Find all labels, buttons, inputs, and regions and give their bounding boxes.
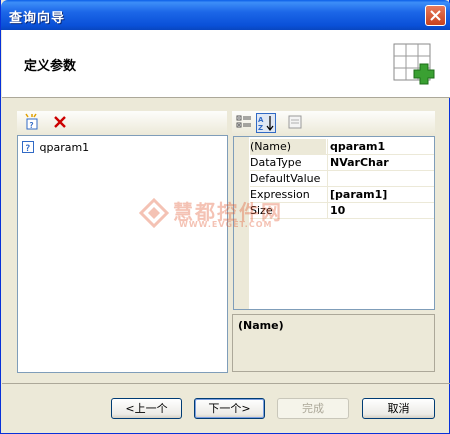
alphabetical-button[interactable]: A Z — [256, 113, 276, 133]
description-title: (Name) — [238, 319, 284, 332]
property-name: DataType — [250, 156, 302, 169]
add-param-icon: ? — [25, 113, 38, 130]
add-param-button[interactable]: ? — [23, 113, 43, 133]
svg-text:?: ? — [29, 121, 34, 130]
delete-param-button[interactable] — [51, 113, 71, 133]
property-row-defaultvalue[interactable]: DefaultValue — [234, 171, 434, 187]
cancel-button[interactable]: 取消 — [362, 398, 435, 419]
property-pages-button[interactable] — [286, 113, 306, 133]
footer-divider — [2, 383, 450, 384]
watermark-logo-icon — [139, 198, 169, 228]
list-item[interactable]: ? qparam1 — [22, 141, 89, 154]
params-toolbar: ? — [17, 111, 227, 135]
table-add-icon — [393, 43, 435, 85]
property-name: DefaultValue — [250, 172, 321, 185]
property-name: (Name) — [250, 139, 326, 154]
svg-text:?: ? — [25, 144, 30, 153]
page-title: 定义参数 — [24, 59, 77, 74]
param-list[interactable]: ? qparam1 — [17, 135, 228, 373]
categorized-button[interactable] — [235, 113, 255, 133]
list-item-label: qparam1 — [39, 141, 90, 154]
property-row-datatype[interactable]: DataType NVarChar — [234, 155, 434, 171]
property-value[interactable] — [328, 171, 436, 186]
finish-button[interactable]: 完成 — [277, 398, 349, 419]
property-row-name[interactable]: (Name) qparam1 — [234, 139, 434, 155]
wizard-window: 查询向导 定义参数 ? ? qparam1 A Z (Name) qparam1… — [0, 0, 450, 434]
title-bar[interactable]: 查询向导 — [1, 0, 450, 30]
window-title: 查询向导 — [9, 11, 66, 26]
param-icon: ? — [22, 141, 34, 154]
property-pages-icon — [288, 115, 302, 129]
svg-text:Z: Z — [258, 124, 263, 132]
wizard-header: 定义参数 — [2, 30, 450, 98]
delete-icon — [54, 116, 66, 128]
svg-text:A: A — [258, 116, 264, 124]
watermark-url: WWW.EVGET.COM — [179, 220, 273, 229]
properties-toolbar: A Z — [232, 111, 435, 135]
next-button[interactable]: 下一个> — [194, 398, 265, 419]
property-value[interactable]: NVarChar — [328, 155, 436, 170]
close-icon — [430, 10, 441, 21]
categorized-icon — [236, 115, 251, 128]
property-value[interactable]: [param1] — [328, 187, 436, 202]
close-button[interactable] — [425, 5, 446, 26]
sort-az-icon: A Z — [258, 116, 274, 132]
property-value[interactable]: qparam1 — [328, 139, 436, 154]
property-value[interactable]: 10 — [328, 203, 436, 218]
back-button[interactable]: <上一个 — [111, 398, 182, 419]
property-description: (Name) — [232, 314, 435, 372]
